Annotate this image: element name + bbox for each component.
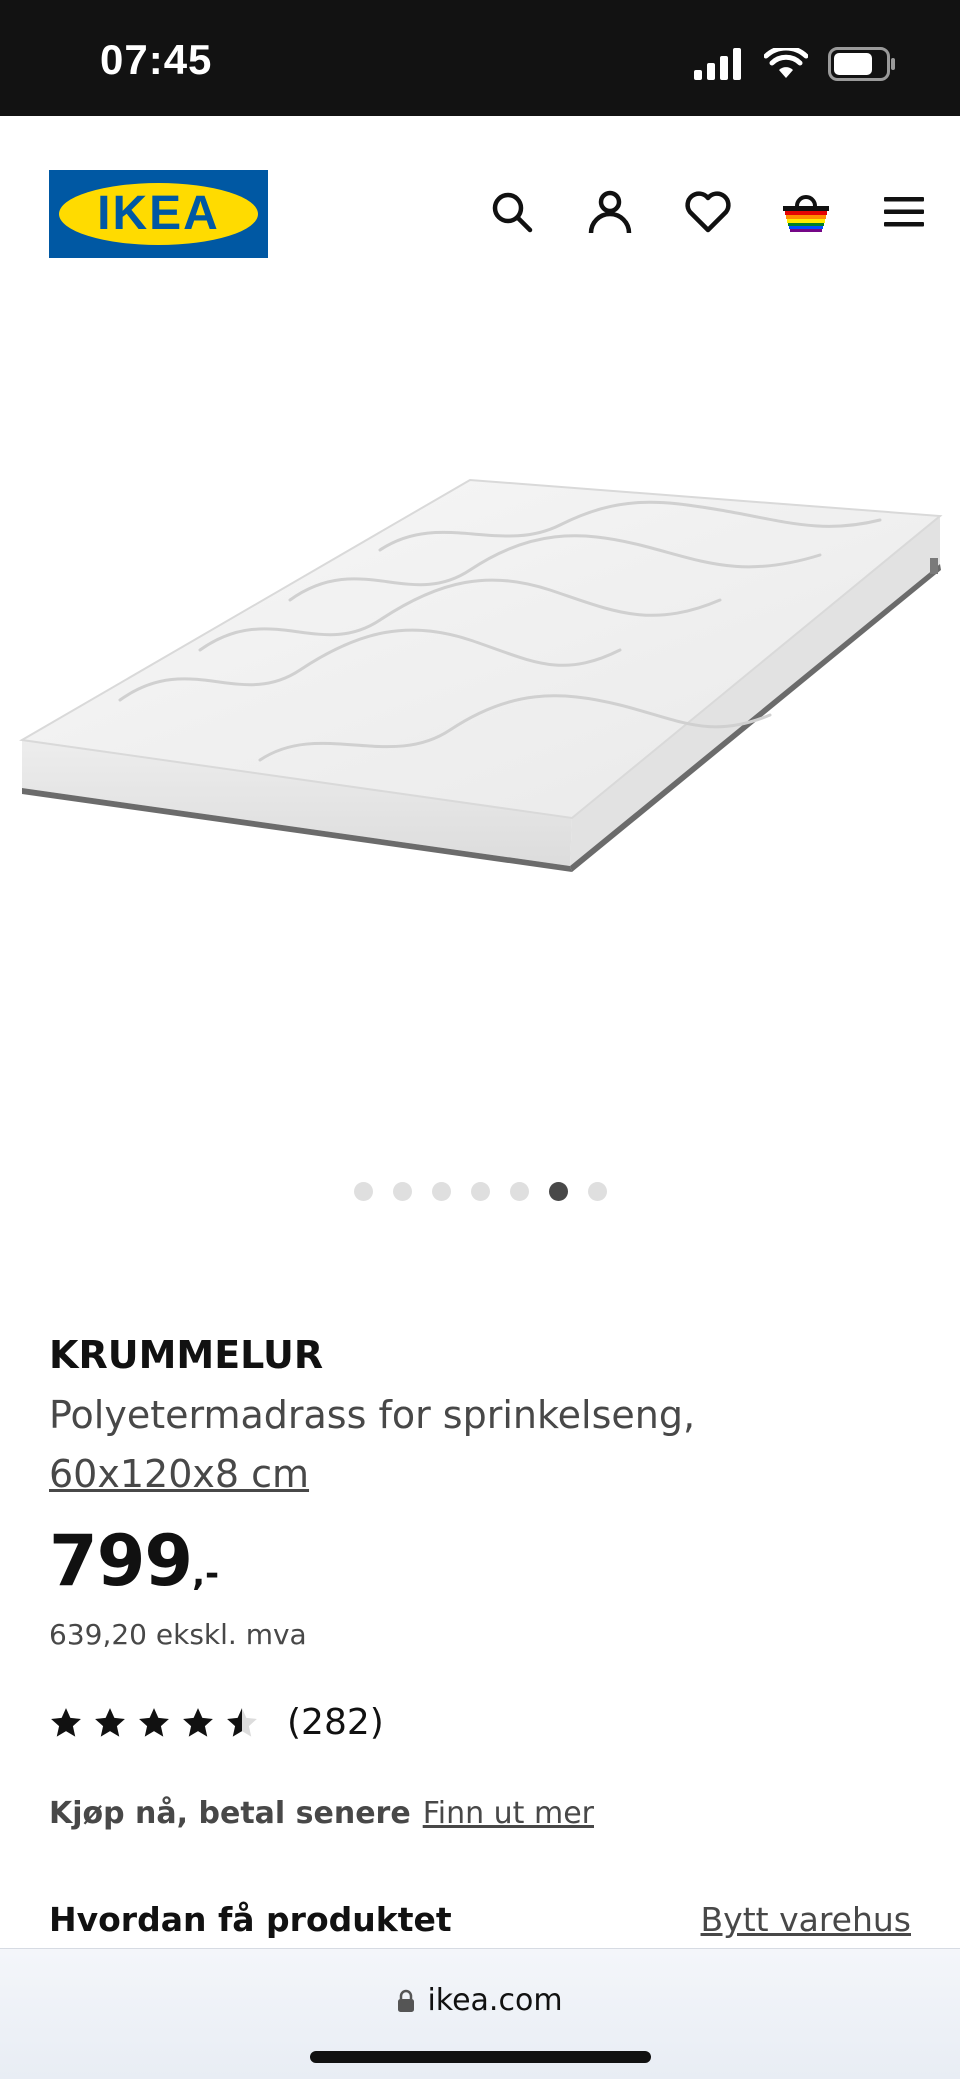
- menu-icon: [884, 197, 924, 227]
- gallery-pagination: [0, 1182, 960, 1201]
- status-icons: [694, 44, 896, 84]
- home-indicator[interactable]: [310, 2051, 651, 2063]
- product-size-link[interactable]: 60x120x8 cm: [49, 1446, 309, 1502]
- favourites-button[interactable]: [680, 184, 736, 240]
- product-info: KRUMMELUR Polyetermadrass for sprinkelse…: [49, 1330, 911, 1651]
- star-icon: [183, 1707, 213, 1737]
- pay-later-row: Kjøp nå, betal senere Finn ut mer: [49, 1796, 594, 1831]
- change-store-link[interactable]: Bytt varehus: [701, 1900, 911, 1939]
- logo-text: IKEA: [97, 187, 220, 240]
- wifi-icon: [764, 48, 808, 78]
- delivery-title: Hvordan få produktet: [49, 1900, 452, 1939]
- star-icon: [95, 1707, 125, 1737]
- pay-later-link[interactable]: Finn ut mer: [423, 1796, 594, 1831]
- star-icon: [51, 1707, 81, 1737]
- gallery-dot[interactable]: [587, 1182, 607, 1201]
- menu-button[interactable]: [876, 184, 932, 240]
- rating-stars: [49, 1706, 259, 1740]
- url-field[interactable]: ikea.com: [0, 1983, 960, 2018]
- account-button[interactable]: [582, 184, 638, 240]
- gallery-dot[interactable]: [353, 1182, 373, 1201]
- heart-icon: [685, 191, 731, 233]
- product-name: KRUMMELUR: [49, 1333, 324, 1377]
- price-row: 799 ,-: [49, 1514, 911, 1598]
- rating-row[interactable]: (282): [49, 1702, 384, 1743]
- star-icon: [227, 1707, 257, 1737]
- cart-icon: [783, 195, 829, 232]
- delivery-row: Hvordan få produktet Bytt varehus: [49, 1900, 911, 1939]
- price-suffix: ,-: [192, 1554, 220, 1594]
- pay-later-label: Kjøp nå, betal senere: [49, 1796, 411, 1831]
- logo-oval: IKEA: [59, 183, 258, 245]
- header-icons: [484, 184, 932, 240]
- mattress-image: [19, 478, 943, 872]
- status-time: 07:45: [100, 36, 213, 83]
- gallery-dot[interactable]: [392, 1182, 412, 1201]
- lock-icon: [398, 1989, 415, 2012]
- gallery-dot[interactable]: [470, 1182, 490, 1201]
- gallery-dot[interactable]: [431, 1182, 451, 1201]
- gallery-dot[interactable]: [509, 1182, 529, 1201]
- product-description: Polyetermadrass for sprinkelseng,: [49, 1393, 696, 1437]
- search-button[interactable]: [484, 184, 540, 240]
- cart-button[interactable]: [778, 184, 834, 240]
- star-icon: [139, 1707, 169, 1737]
- price-ex-vat: 639,20 ekskl. mva: [49, 1618, 307, 1651]
- browser-address-bar: ikea.com: [0, 1948, 960, 2079]
- gallery-dot[interactable]: [548, 1182, 568, 1201]
- signal-icon: [694, 48, 741, 80]
- review-count: (282): [287, 1702, 384, 1743]
- price: 799: [49, 1520, 193, 1602]
- product-image[interactable]: [0, 320, 960, 1160]
- ikea-logo[interactable]: IKEA: [49, 170, 268, 258]
- account-icon: [588, 190, 632, 234]
- status-bar: 07:45: [0, 0, 960, 116]
- battery-icon: [828, 47, 895, 81]
- url-text: ikea.com: [427, 1983, 563, 2018]
- site-header: IKEA: [0, 116, 960, 316]
- search-icon: [492, 192, 533, 233]
